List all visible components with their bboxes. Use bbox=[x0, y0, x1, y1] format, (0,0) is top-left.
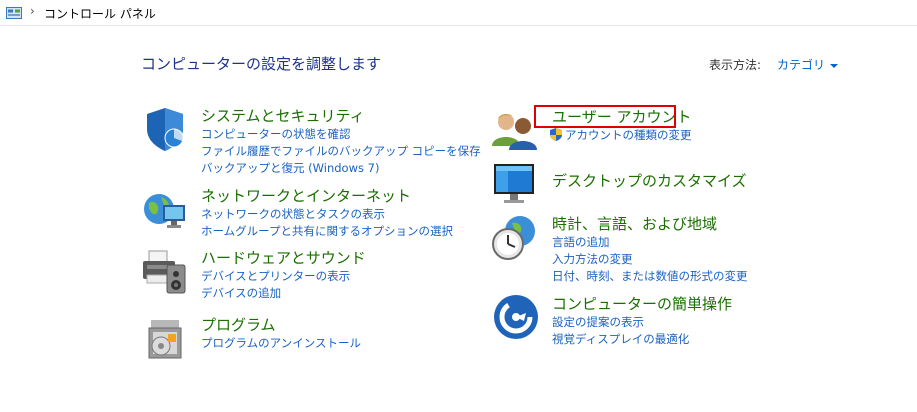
link-view-suggestions[interactable]: 設定の提案の表示 bbox=[552, 314, 689, 331]
monitor-icon bbox=[494, 164, 534, 203]
programs-box-icon bbox=[148, 320, 182, 359]
link-uninstall-program[interactable]: プログラムのアンインストール bbox=[201, 335, 361, 352]
category-title-system-security[interactable]: システムとセキュリティ bbox=[201, 105, 365, 126]
category-title-ease-of-access[interactable]: コンピューターの簡単操作 bbox=[552, 293, 732, 314]
link-add-language[interactable]: 言語の追加 bbox=[552, 234, 748, 251]
link-optimize-display[interactable]: 視覚ディスプレイの最適化 bbox=[552, 331, 689, 348]
link-add-device[interactable]: デバイスの追加 bbox=[201, 285, 350, 302]
view-by-dropdown[interactable]: カテゴリ bbox=[777, 56, 839, 73]
highlight-box bbox=[534, 105, 676, 128]
breadcrumb-control-panel[interactable]: コントロール パネル bbox=[44, 5, 156, 22]
control-panel-icon bbox=[6, 7, 22, 19]
shield-icon bbox=[147, 108, 184, 151]
link-change-input-method[interactable]: 入力方法の変更 bbox=[552, 251, 748, 268]
page-title: コンピューターの設定を調整します bbox=[141, 55, 382, 73]
link-devices-printers[interactable]: デバイスとプリンターの表示 bbox=[201, 268, 350, 285]
view-by-label: 表示方法: bbox=[709, 58, 762, 72]
network-globe-icon bbox=[144, 194, 185, 228]
link-network-status[interactable]: ネットワークの状態とタスクの表示 bbox=[201, 206, 453, 223]
link-backup-restore[interactable]: バックアップと復元 (Windows 7) bbox=[201, 160, 481, 177]
uac-shield-icon bbox=[550, 128, 562, 141]
clock-globe-icon bbox=[492, 216, 535, 260]
category-title-desktop-customization[interactable]: デスクトップのカスタマイズ bbox=[552, 170, 747, 191]
link-homegroup-sharing[interactable]: ホームグループと共有に関するオプションの選択 bbox=[201, 223, 453, 240]
category-title-clock-region[interactable]: 時計、言語、および地域 bbox=[552, 213, 717, 234]
address-bar[interactable]: › コントロール パネル bbox=[0, 0, 917, 26]
ease-of-access-icon bbox=[494, 295, 538, 339]
printer-speaker-icon bbox=[143, 250, 186, 294]
link-file-history-backup[interactable]: ファイル履歴でファイルのバックアップ コピーを保存 bbox=[201, 143, 481, 160]
breadcrumb-separator: › bbox=[30, 4, 35, 18]
category-title-programs[interactable]: プログラム bbox=[201, 314, 276, 335]
link-change-date-time-format[interactable]: 日付、時刻、または数値の形式の変更 bbox=[552, 268, 748, 285]
category-title-hardware-sound[interactable]: ハードウェアとサウンド bbox=[201, 247, 366, 268]
caret-down-icon bbox=[830, 63, 839, 68]
link-change-account-type-label: アカウントの種類の変更 bbox=[565, 128, 692, 142]
link-change-account-type[interactable]: アカウントの種類の変更 bbox=[550, 127, 692, 144]
view-by-value: カテゴリ bbox=[777, 58, 826, 72]
category-title-network-internet[interactable]: ネットワークとインターネット bbox=[201, 185, 411, 206]
link-check-status[interactable]: コンピューターの状態を確認 bbox=[201, 126, 481, 143]
users-icon bbox=[492, 114, 537, 150]
